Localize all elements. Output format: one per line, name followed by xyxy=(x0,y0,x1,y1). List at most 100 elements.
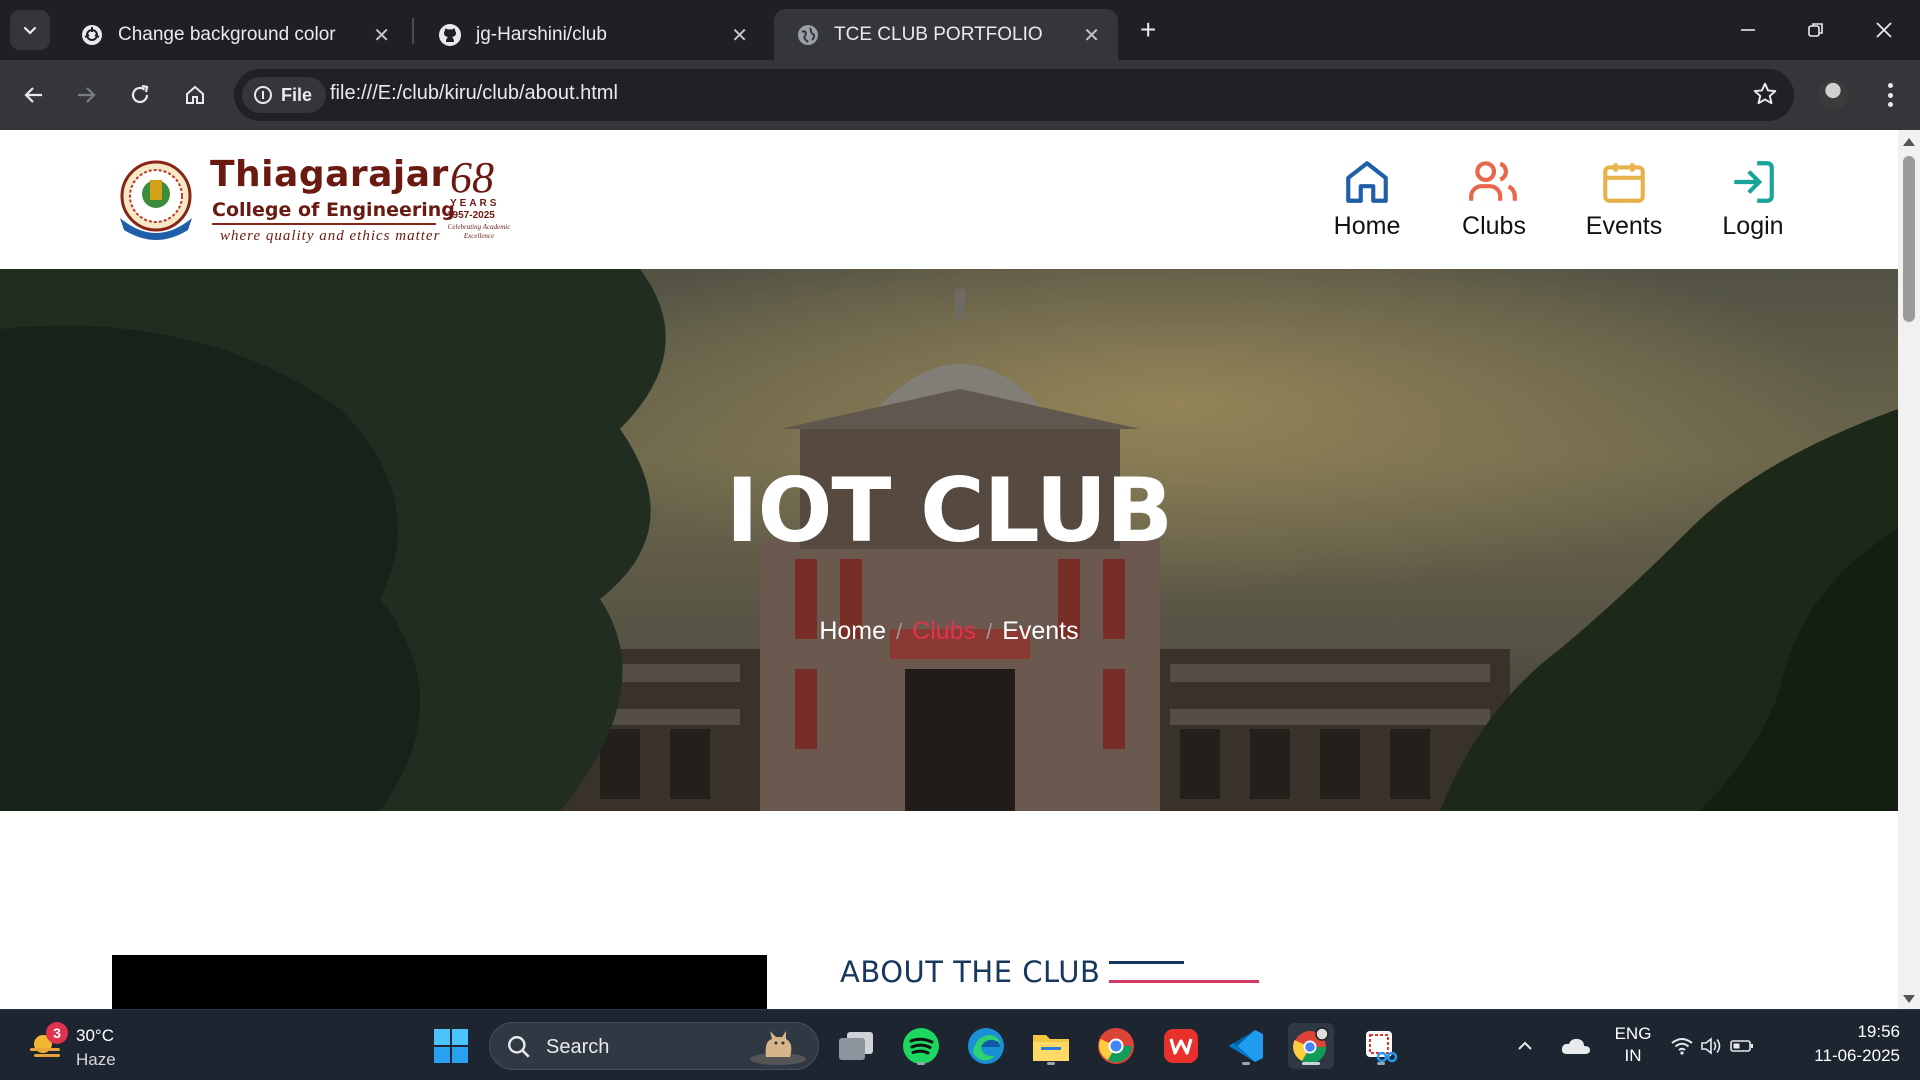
weather-condition: Haze xyxy=(76,1050,116,1069)
restore-icon[interactable] xyxy=(1786,10,1846,50)
nav-events[interactable]: Events xyxy=(1569,154,1679,241)
breadcrumb: Home / Clubs / Events xyxy=(0,617,1898,646)
forward-icon[interactable] xyxy=(66,75,106,115)
nav-clubs-label: Clubs xyxy=(1462,212,1526,240)
spotify-icon[interactable] xyxy=(898,1023,944,1069)
windows-taskbar: 3 30°C Haze Search ENG IN 19:56 11-06-20… xyxy=(0,1009,1920,1080)
back-icon[interactable] xyxy=(14,75,54,115)
hero-title: IOT CLUB xyxy=(725,459,1173,562)
weather-widget[interactable]: 3 30°C Haze xyxy=(24,1022,144,1070)
college-emblem-icon xyxy=(120,160,192,240)
logo-subtitle: College of Engineering xyxy=(212,199,455,221)
logo-years-word: YEARS xyxy=(450,198,500,209)
globe-icon xyxy=(796,23,820,47)
breadcrumb-clubs[interactable]: Clubs xyxy=(912,617,976,645)
info-icon xyxy=(254,86,272,104)
scroll-up-arrow-icon[interactable] xyxy=(1903,138,1915,146)
hero-banner: IOT CLUB Home / Clubs / Events xyxy=(0,269,1898,811)
task-view-icon[interactable] xyxy=(833,1023,879,1069)
close-window-icon[interactable] xyxy=(1854,10,1914,50)
github-icon xyxy=(438,23,462,47)
browser-tab[interactable]: Change background color ✕ xyxy=(58,9,408,60)
breadcrumb-events[interactable]: Events xyxy=(1002,617,1078,645)
chevron-up-icon[interactable] xyxy=(1503,1023,1547,1069)
scrollbar-thumb[interactable] xyxy=(1903,156,1915,322)
wps-office-icon[interactable] xyxy=(1158,1023,1204,1069)
taskbar-search[interactable]: Search xyxy=(489,1022,819,1070)
home-browser-icon[interactable] xyxy=(175,75,215,115)
profile-avatar[interactable] xyxy=(1818,80,1848,110)
logo-name: Thiagarajar xyxy=(210,154,449,195)
college-logo[interactable]: Thiagarajar College of Engineering where… xyxy=(110,152,510,252)
chevron-down-icon xyxy=(23,26,37,35)
chrome-icon[interactable] xyxy=(1093,1023,1139,1069)
nav-events-label: Events xyxy=(1585,212,1663,240)
address-bar[interactable]: File file:///E:/club/kiru/club/about.htm… xyxy=(234,69,1794,121)
volume-icon[interactable] xyxy=(1697,1023,1727,1069)
language-line2: IN xyxy=(1624,1046,1642,1065)
running-indicator xyxy=(1047,1062,1055,1065)
page-viewport: Thiagarajar College of Engineering where… xyxy=(0,130,1898,1009)
url-text[interactable]: file:///E:/club/kiru/club/about.html xyxy=(330,82,618,105)
heading-underline-long xyxy=(1109,980,1259,983)
home-icon xyxy=(1312,154,1422,210)
site-header: Thiagarajar College of Engineering where… xyxy=(0,130,1898,269)
bookmark-star-icon[interactable] xyxy=(1752,81,1778,112)
minimize-icon[interactable] xyxy=(1718,10,1778,50)
browser-tab-active[interactable]: TCE CLUB PORTFOLIO ✕ xyxy=(774,9,1118,60)
close-tab-icon[interactable]: ✕ xyxy=(731,23,748,48)
clock[interactable]: 19:56 11-06-2025 xyxy=(1780,1022,1900,1066)
weather-temp: 30°C xyxy=(76,1026,114,1045)
nav-home-label: Home xyxy=(1333,212,1401,240)
file-explorer-icon[interactable] xyxy=(1028,1023,1074,1069)
site-info-button[interactable]: File xyxy=(242,77,327,113)
browser-menu-icon[interactable] xyxy=(1880,80,1900,110)
nav-login[interactable]: Login xyxy=(1698,154,1808,241)
logo-years-number: 68 xyxy=(450,153,494,202)
site-chip-label: File xyxy=(281,84,313,105)
users-icon xyxy=(1439,154,1549,210)
logo-rule xyxy=(212,223,436,225)
new-tab-icon[interactable]: + xyxy=(1140,14,1156,46)
running-indicator xyxy=(1242,1062,1250,1065)
edge-icon[interactable] xyxy=(963,1023,1009,1069)
login-icon xyxy=(1698,154,1808,210)
tab-divider xyxy=(412,18,414,44)
heading-underline-short xyxy=(1109,961,1184,964)
start-icon[interactable] xyxy=(428,1023,474,1069)
weather-badge: 3 xyxy=(46,1022,68,1044)
breadcrumb-separator: / xyxy=(986,619,993,644)
breadcrumb-home[interactable]: Home xyxy=(819,617,886,645)
logo-tagline: where quality and ethics matter xyxy=(220,228,441,244)
wifi-icon[interactable] xyxy=(1667,1023,1697,1069)
tab-search-button[interactable] xyxy=(10,10,50,50)
close-tab-icon[interactable]: ✕ xyxy=(1083,23,1100,48)
battery-icon[interactable] xyxy=(1727,1023,1757,1069)
browser-tab[interactable]: jg-Harshini/club ✕ xyxy=(416,9,766,60)
reload-icon[interactable] xyxy=(120,75,160,115)
about-image xyxy=(112,955,767,1009)
tab-title: TCE CLUB PORTFOLIO xyxy=(834,23,1043,45)
browser-toolbar: File file:///E:/club/kiru/club/about.htm… xyxy=(0,60,1920,130)
running-indicator xyxy=(917,1062,925,1065)
breadcrumb-separator: / xyxy=(896,619,903,644)
chrome-profile-icon[interactable] xyxy=(1288,1023,1334,1069)
browser-tab-bar: Change background color ✕ jg-Harshini/cl… xyxy=(0,0,1920,60)
running-indicator xyxy=(1377,1062,1385,1065)
chatgpt-icon xyxy=(80,23,104,47)
snipping-tool-icon[interactable] xyxy=(1358,1023,1404,1069)
language-indicator[interactable]: ENG IN xyxy=(1608,1024,1658,1066)
search-highlight-cat-icon xyxy=(750,1031,806,1065)
logo-years-range: 1957-2025 xyxy=(447,210,495,221)
tab-title: Change background color xyxy=(118,23,336,45)
scroll-down-arrow-icon[interactable] xyxy=(1903,995,1915,1003)
vscode-icon[interactable] xyxy=(1223,1023,1269,1069)
nav-clubs[interactable]: Clubs xyxy=(1439,154,1549,241)
language-line1: ENG xyxy=(1614,1024,1652,1043)
page-scrollbar[interactable] xyxy=(1898,130,1920,1009)
close-tab-icon[interactable]: ✕ xyxy=(373,23,390,48)
onedrive-cloud-icon[interactable] xyxy=(1553,1023,1599,1069)
calendar-icon xyxy=(1569,154,1679,210)
active-indicator xyxy=(1302,1062,1320,1065)
nav-home[interactable]: Home xyxy=(1312,154,1422,241)
